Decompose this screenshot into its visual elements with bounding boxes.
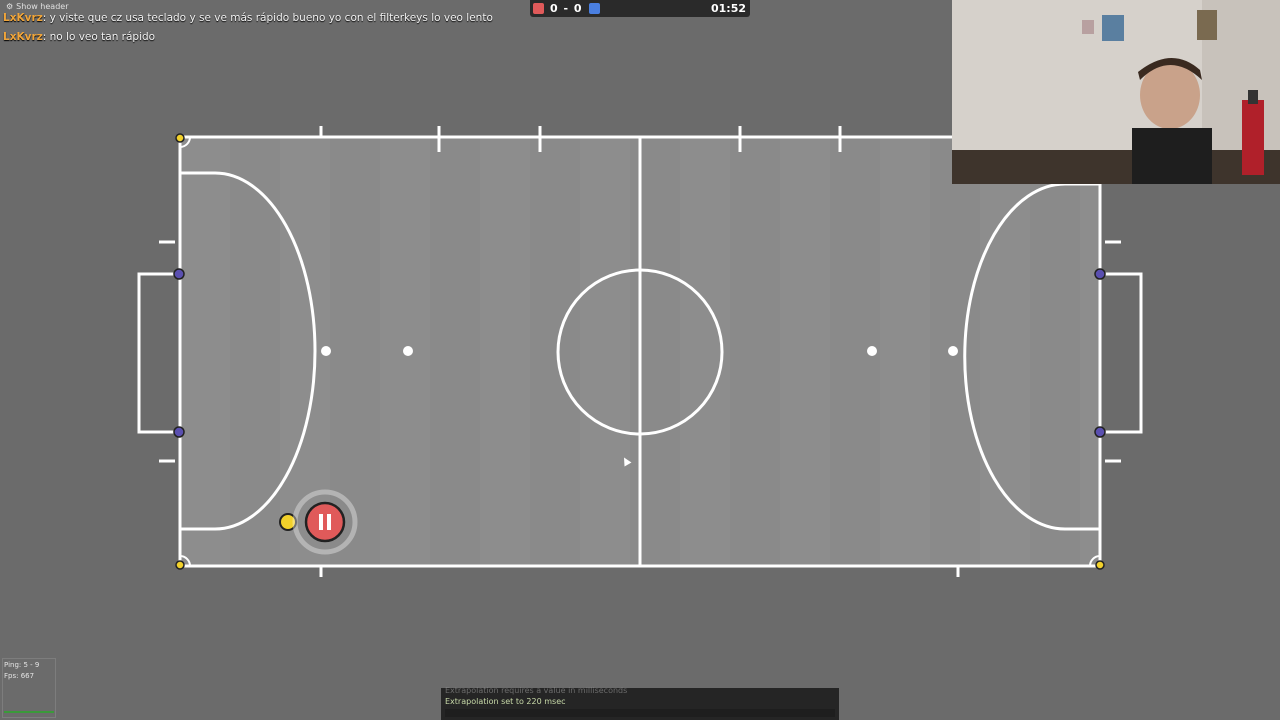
red-team-icon [533,3,544,14]
chat-text: : y viste que cz usa teclado y se ve más… [42,12,493,24]
score-display: 0 - 0 [550,2,583,15]
chat-username: LxKvrz [3,12,43,24]
fps-readout: Fps: 667 [4,672,35,680]
fps-graph [4,711,54,713]
corner-flag [175,133,185,143]
second-penalty-spot [403,346,413,356]
scoreboard: 0 - 0 01:52 [530,0,750,17]
blue-score: 0 [573,2,583,15]
blue-team-icon [588,3,600,14]
console-message: Extrapolation set to 220 msec [445,697,566,706]
penalty-spot [948,346,958,356]
webcam-feed-image [952,0,1280,184]
corner-flag [175,560,185,570]
penalty-spot [321,346,331,356]
chat-log: LxKvrz: y viste que cz usa teclado y se … [3,9,493,47]
second-penalty-spot [867,346,877,356]
corner-flag [1095,560,1105,570]
chat-text: : no lo veo tan rápido [42,31,156,43]
red-player [304,501,346,543]
goal-post [173,426,185,438]
score-separator: - [563,2,570,15]
goal-post [1094,268,1106,280]
red-score: 0 [550,2,559,15]
match-timer: 01:52 [710,2,746,15]
chat-message: LxKvrz: y viste que cz usa teclado y se … [3,9,493,28]
console-previous-line: Extrapolation requires a value in millis… [445,686,628,695]
chat-message: LxKvrz: no lo veo tan rápido [3,28,493,47]
goal-post [173,268,185,280]
console-panel: Extrapolation requires a value in millis… [441,686,839,720]
webcam-overlay [952,0,1280,184]
chat-username: LxKvrz [3,31,43,43]
right-goal [1100,272,1143,434]
left-goal [137,272,180,434]
stats-text: Ping: 5 - 9 Fps: 667 [4,660,39,682]
goal-post [1094,426,1106,438]
ping-readout: Ping: 5 - 9 [4,661,40,669]
console-input[interactable] [445,709,835,717]
